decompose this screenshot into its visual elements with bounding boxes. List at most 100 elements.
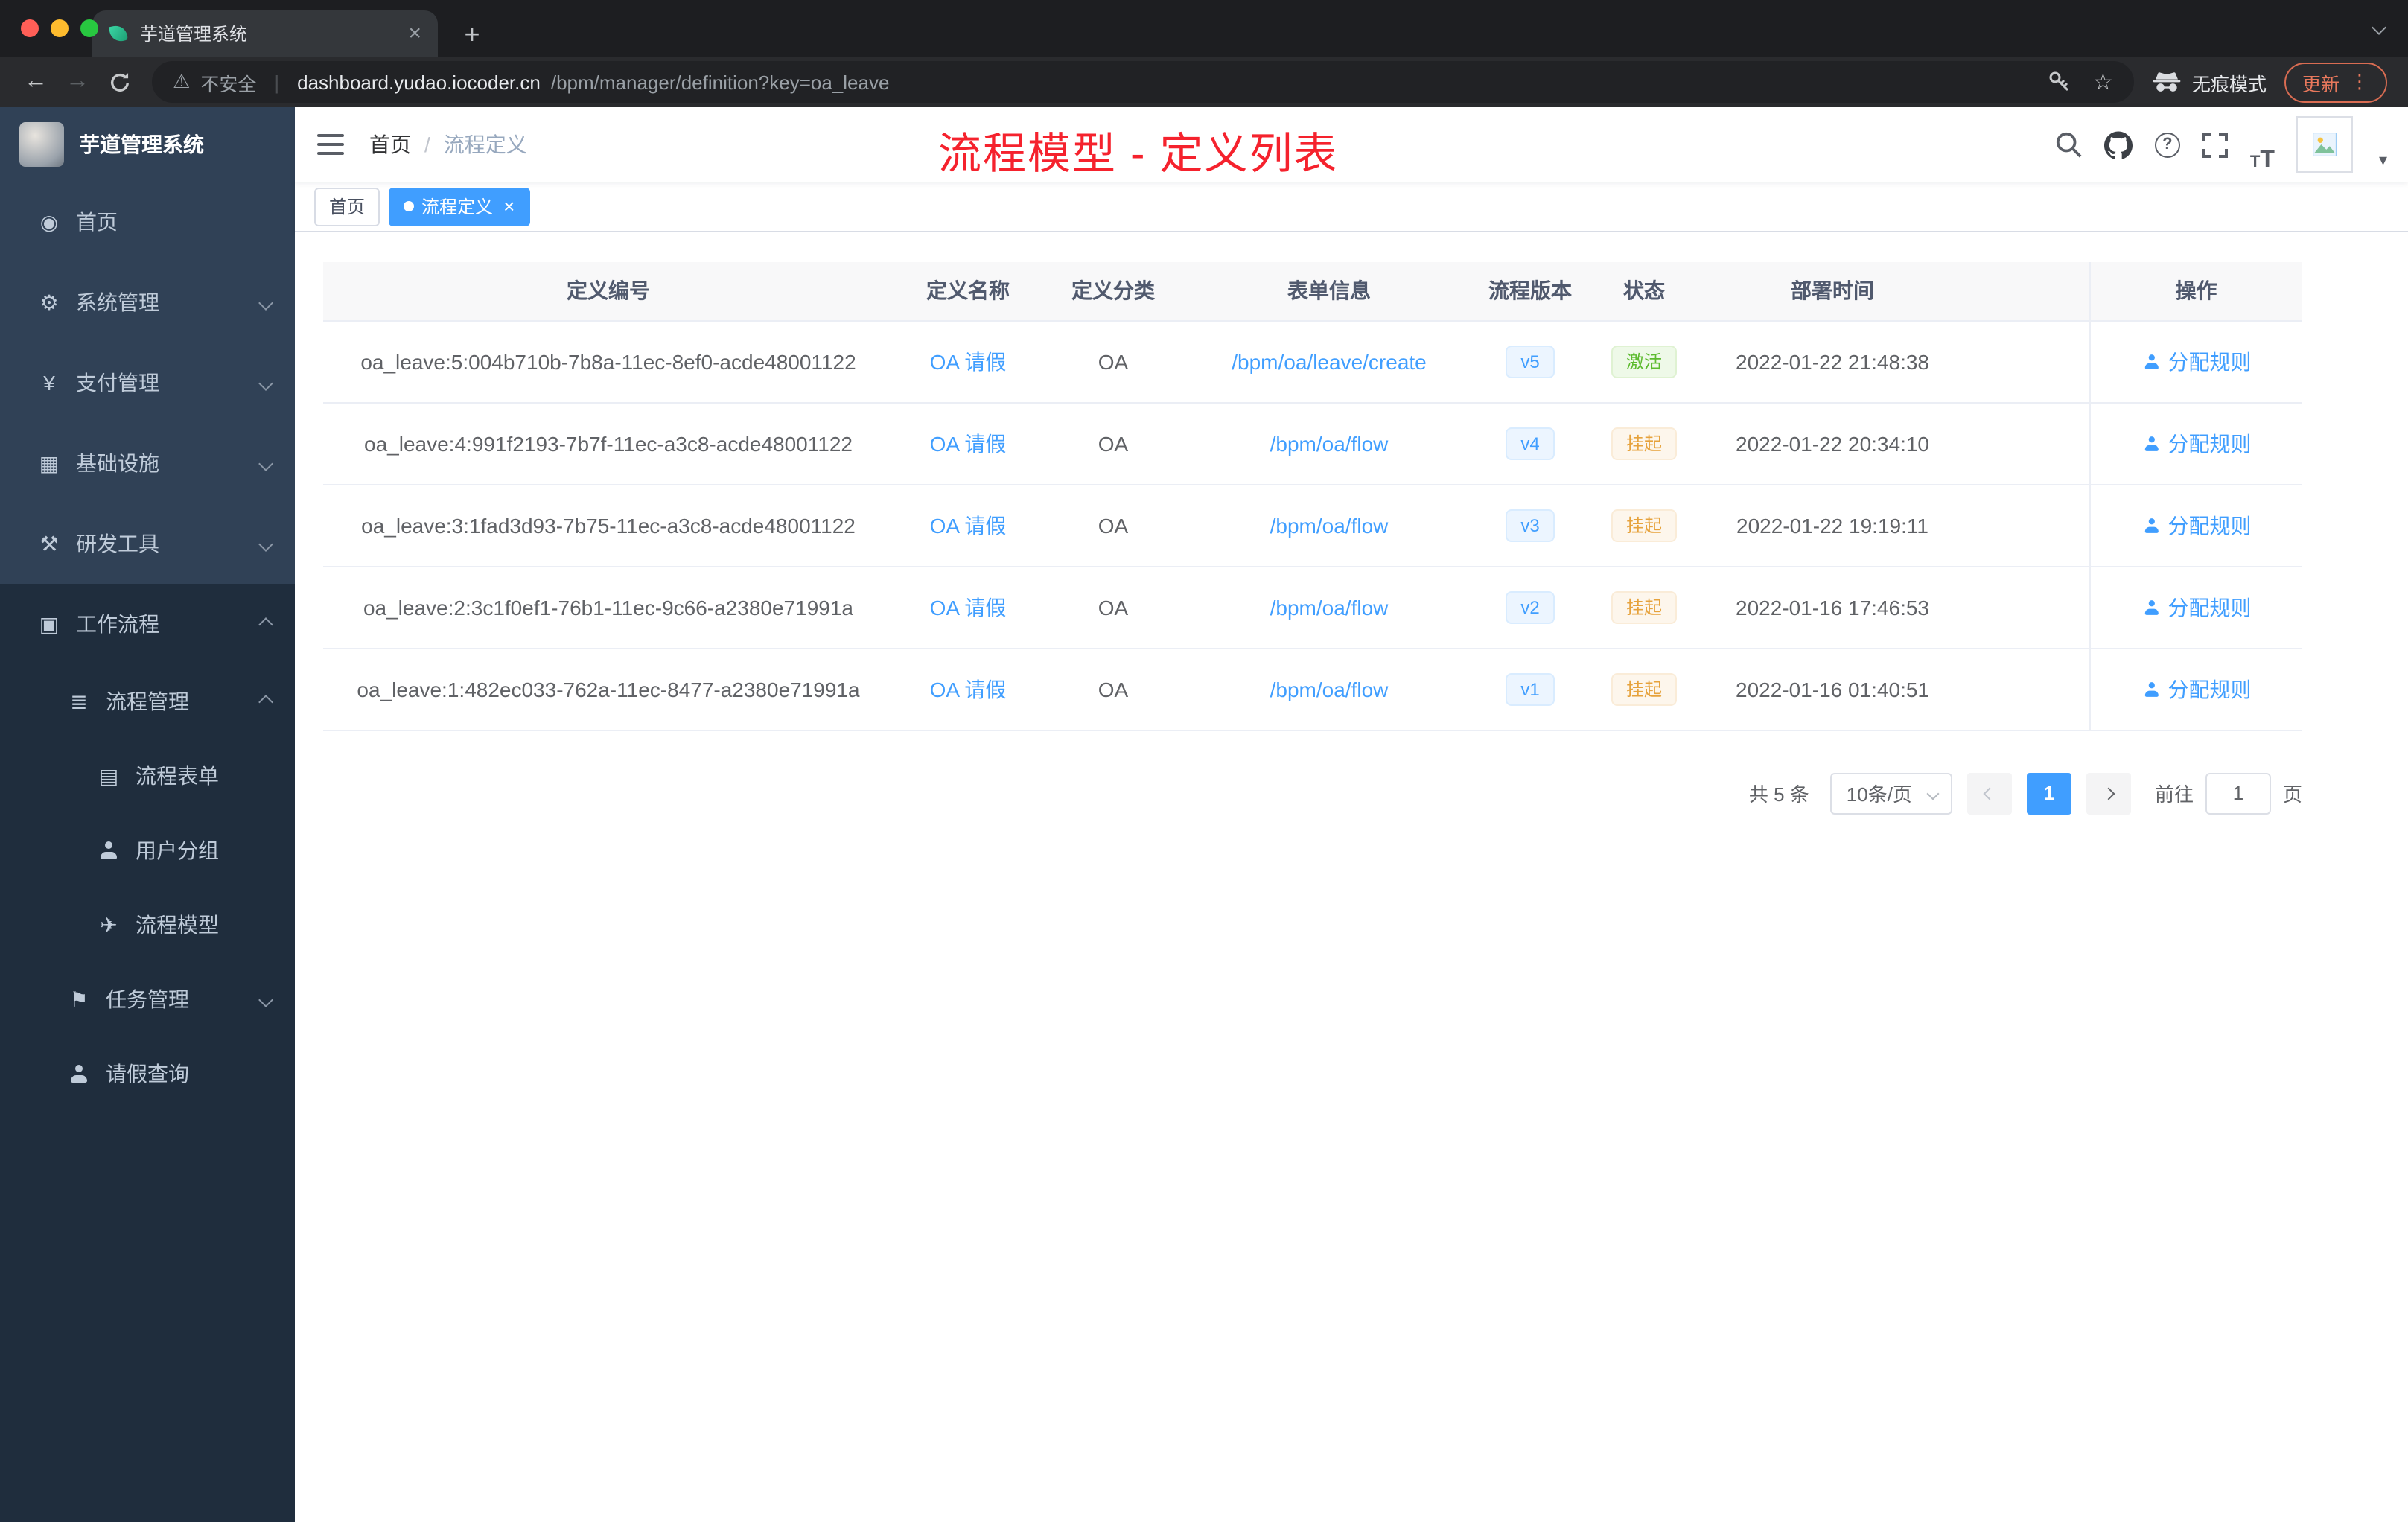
sidebar-item-process-model[interactable]: ✈ 流程模型 xyxy=(0,888,295,962)
top-navbar: 首页 / 流程定义 流程模型 - 定义列表 ? T T ▾ xyxy=(295,107,2408,182)
logo-avatar xyxy=(19,122,64,167)
zoom-window-button[interactable] xyxy=(80,19,98,37)
cell-category: OA xyxy=(1042,402,1184,485)
tab-close-icon[interactable]: × xyxy=(404,22,426,45)
cell-definition-name: OA 请假 xyxy=(894,648,1042,730)
tags-bar: 首页 流程定义 × xyxy=(295,182,2408,232)
sidebar-item-payment-management[interactable]: ¥ 支付管理 xyxy=(0,343,295,423)
prev-page-button[interactable] xyxy=(1966,772,2012,814)
fullscreen-button[interactable] xyxy=(2202,116,2228,173)
task-icon: ⚑ xyxy=(69,987,89,1010)
sidebar-item-label: 用户分组 xyxy=(136,838,219,862)
forward-button[interactable]: → xyxy=(57,61,98,103)
page-size-select[interactable]: 10条/页 xyxy=(1829,772,1952,814)
github-button[interactable] xyxy=(2103,116,2133,173)
key-icon[interactable] xyxy=(2047,70,2071,94)
page-size-value: 10条/页 xyxy=(1846,783,1912,806)
form-link[interactable]: /bpm/oa/flow xyxy=(1270,677,1389,701)
assign-rule-label: 分配规则 xyxy=(2167,349,2252,373)
breadcrumb-home[interactable]: 首页 xyxy=(369,130,411,159)
cell-definition-id: oa_leave:1:482ec033-762a-11ec-8477-a2380… xyxy=(323,648,894,730)
menu-kebab-icon[interactable]: ⋮ xyxy=(2350,70,2369,94)
cell-form-info: /bpm/oa/leave/create xyxy=(1184,320,1474,403)
update-button[interactable]: 更新 ⋮ xyxy=(2284,62,2387,102)
sidebar-item-dev-tools[interactable]: ⚒ 研发工具 xyxy=(0,503,295,584)
cell-status: 挂起 xyxy=(1586,484,1702,567)
reload-button[interactable] xyxy=(98,61,140,103)
cell-actions: 分配规则 xyxy=(2089,648,2302,730)
cell-category: OA xyxy=(1042,566,1184,649)
logo-title: 芋道管理系统 xyxy=(79,133,204,156)
tab-search-chevron-icon[interactable] xyxy=(2372,20,2386,35)
back-button[interactable]: ← xyxy=(15,61,57,103)
help-button[interactable]: ? xyxy=(2154,116,2180,173)
definition-name-link[interactable]: OA 请假 xyxy=(930,349,1007,373)
sidebar-item-label: 系统管理 xyxy=(76,290,159,314)
form-link[interactable]: /bpm/oa/leave/create xyxy=(1232,349,1427,373)
browser-toolbar: ← → ⚠ 不安全 | dashboard.yudao.iocoder.cn /… xyxy=(0,57,2408,107)
table-body: oa_leave:5:004b710b-7b8a-11ec-8ef0-acde4… xyxy=(323,320,2302,730)
sidebar-item-user-group[interactable]: 用户分组 xyxy=(0,813,295,888)
sidebar-item-leave-query[interactable]: 请假查询 xyxy=(0,1037,295,1111)
goto-page-input[interactable] xyxy=(2205,772,2271,814)
sidebar-item-system-management[interactable]: ⚙ 系统管理 xyxy=(0,262,295,343)
sidebar-item-workflow[interactable]: ▣ 工作流程 xyxy=(0,584,295,664)
font-size-button[interactable]: TT xyxy=(2250,116,2275,173)
pagination: 共 5 条 10条/页 1 前往 页 xyxy=(323,772,2302,814)
form-link[interactable]: /bpm/oa/flow xyxy=(1270,513,1389,537)
devtools-icon: ⚒ xyxy=(39,531,59,555)
col-deploy-time: 部署时间 xyxy=(1702,262,1963,321)
avatar[interactable] xyxy=(2296,116,2354,173)
user-icon xyxy=(2143,599,2159,614)
bookmark-star-icon[interactable]: ☆ xyxy=(2093,69,2113,95)
sidebar-item-task-management[interactable]: ⚑ 任务管理 xyxy=(0,962,295,1037)
goto-suffix: 页 xyxy=(2282,783,2302,806)
close-window-button[interactable] xyxy=(21,19,39,37)
definition-name-link[interactable]: OA 请假 xyxy=(930,431,1007,455)
tag-home[interactable]: 首页 xyxy=(314,187,380,226)
site-favicon-icon xyxy=(109,24,128,43)
sidebar-item-process-form[interactable]: ▤ 流程表单 xyxy=(0,739,295,813)
sidebar-item-label: 流程模型 xyxy=(136,913,219,937)
user-icon xyxy=(2143,436,2159,450)
sidebar-toggle-button[interactable] xyxy=(295,107,366,182)
sidebar-item-home[interactable]: ◉ 首页 xyxy=(0,182,295,262)
cell-actions: 分配规则 xyxy=(2089,484,2302,567)
chevron-up-icon xyxy=(258,617,273,631)
assign-rule-link[interactable]: 分配规则 xyxy=(2141,510,2252,540)
next-page-button[interactable] xyxy=(2086,772,2131,814)
page-body: 定义编号 定义名称 定义分类 表单信息 流程版本 状态 部署时间 操作 oa_l… xyxy=(295,232,2408,1522)
form-link[interactable]: /bpm/oa/flow xyxy=(1270,595,1389,619)
cell-version: v1 xyxy=(1474,648,1586,730)
form-link[interactable]: /bpm/oa/flow xyxy=(1270,431,1389,455)
cell-definition-id: oa_leave:5:004b710b-7b8a-11ec-8ef0-acde4… xyxy=(323,320,894,403)
assign-rule-link[interactable]: 分配规则 xyxy=(2141,428,2252,458)
cell-deploy-time: 2022-01-16 17:46:53 xyxy=(1702,566,1963,649)
address-bar[interactable]: ⚠ 不安全 | dashboard.yudao.iocoder.cn /bpm/… xyxy=(152,61,2134,103)
definition-name-link[interactable]: OA 请假 xyxy=(930,677,1007,701)
definition-name-link[interactable]: OA 请假 xyxy=(930,595,1007,619)
tag-close-icon[interactable]: × xyxy=(503,197,515,216)
minimize-window-button[interactable] xyxy=(51,19,69,37)
cell-definition-name: OA 请假 xyxy=(894,402,1042,485)
sidebar-item-infrastructure[interactable]: ▦ 基础设施 xyxy=(0,423,295,503)
assign-rule-link[interactable]: 分配规则 xyxy=(2141,592,2252,622)
tag-active-dot xyxy=(404,201,415,211)
security-label[interactable]: 不安全 xyxy=(200,68,256,96)
caret-down-icon[interactable]: ▾ xyxy=(2379,150,2387,170)
assign-rule-link[interactable]: 分配规则 xyxy=(2141,346,2252,376)
page-number-button[interactable]: 1 xyxy=(2026,772,2071,814)
cell-version: v5 xyxy=(1474,320,1586,403)
cell-status: 挂起 xyxy=(1586,566,1702,649)
tag-process-definition[interactable]: 流程定义 × xyxy=(389,187,530,226)
new-tab-button[interactable]: + xyxy=(453,21,491,48)
sidebar-item-process-management[interactable]: ≣ 流程管理 xyxy=(0,664,295,739)
sidebar-item-label: 任务管理 xyxy=(106,987,189,1011)
logo[interactable]: 芋道管理系统 xyxy=(0,107,295,182)
browser-tab[interactable]: 芋道管理系统 × xyxy=(92,10,438,57)
search-button[interactable] xyxy=(2055,116,2082,173)
definition-name-link[interactable]: OA 请假 xyxy=(930,513,1007,537)
chevron-down-icon xyxy=(258,375,273,390)
sidebar-item-label: 工作流程 xyxy=(76,612,159,636)
assign-rule-link[interactable]: 分配规则 xyxy=(2141,674,2252,704)
